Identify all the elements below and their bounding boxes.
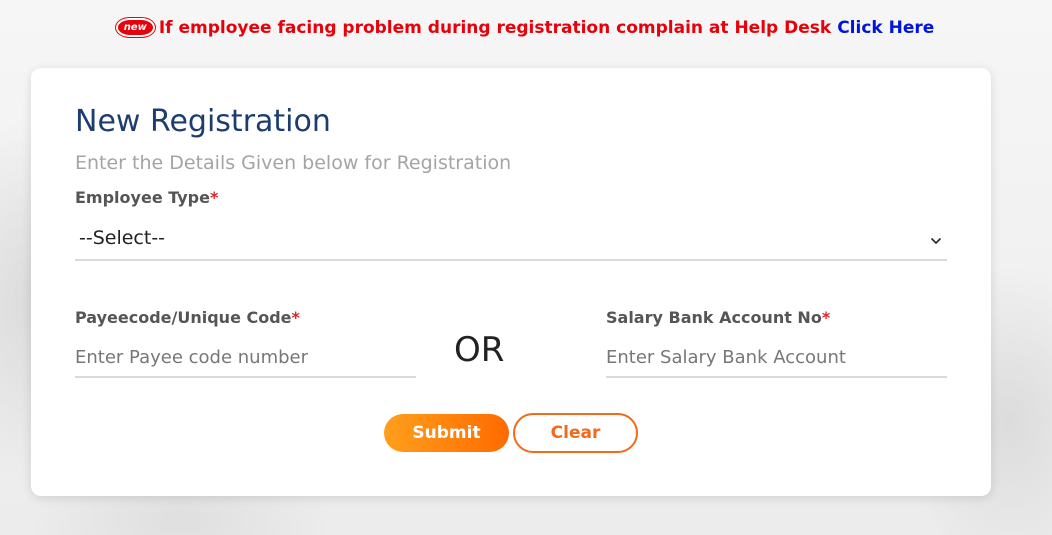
required-marker: * [209, 188, 219, 207]
submit-button[interactable]: Submit [384, 414, 509, 452]
payee-code-input[interactable] [75, 338, 416, 378]
clear-button[interactable]: Clear [513, 413, 638, 453]
employee-type-select[interactable]: --Select-- [75, 216, 947, 261]
registration-card: New Registration Enter the Details Given… [31, 68, 991, 496]
payee-code-label: Payeecode/Unique Code* [75, 308, 300, 327]
bank-account-input[interactable] [606, 338, 947, 378]
employee-type-label-text: Employee Type [75, 188, 210, 207]
notice-message: If employee facing problem during regist… [158, 18, 832, 38]
bank-account-label: Salary Bank Account No* [606, 308, 830, 327]
bank-account-label-text: Salary Bank Account No [606, 308, 822, 327]
help-desk-notice: new If employee facing problem during re… [0, 18, 1052, 38]
chevron-down-icon [931, 237, 941, 244]
employee-type-label: Employee Type* [75, 188, 218, 207]
payee-code-label-text: Payeecode/Unique Code [75, 308, 292, 327]
click-here-link[interactable]: Click Here [837, 18, 934, 38]
new-badge-icon: new [117, 19, 153, 35]
or-separator: OR [454, 330, 505, 370]
required-marker: * [291, 308, 300, 327]
required-marker: * [821, 308, 831, 327]
page-subtitle: Enter the Details Given below for Regist… [75, 152, 512, 174]
employee-type-selected-value: --Select-- [79, 226, 166, 249]
page-title: New Registration [75, 104, 331, 139]
